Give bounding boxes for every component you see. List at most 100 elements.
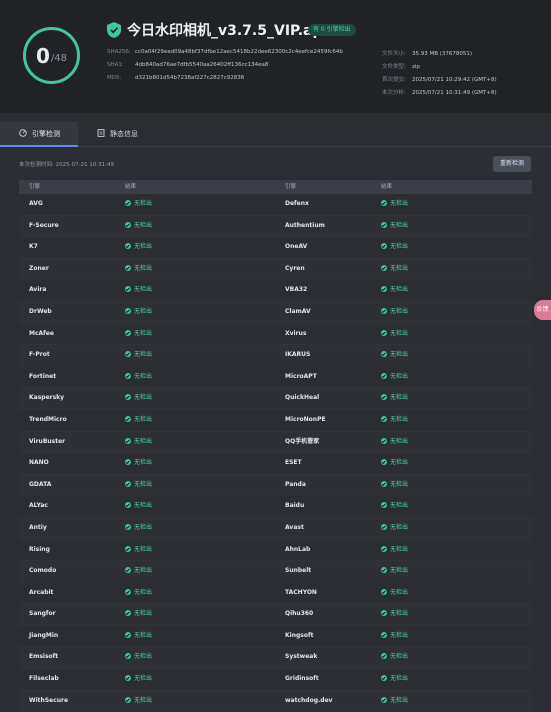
check-circle-icon [125,502,131,509]
engine-name-text: Emsisoft [29,653,59,661]
tab-static-info[interactable]: 静态信息 [97,122,167,146]
check-circle-icon [381,588,387,595]
scan-result-text: 无检出 [390,394,409,402]
table-row: DrWeb 无检出 ClamAV 无检出 [19,301,532,324]
engine-name-text: Avast [285,523,304,531]
scan-result: 无检出 [381,604,408,625]
engine-name: AVG [29,194,43,215]
engine-name: ALYac [29,496,48,517]
detection-count: 0 [35,43,50,68]
scan-result-text: 无检出 [390,675,409,683]
detection-score-ring: 0 /48 [23,27,80,84]
info-label: 文件类型: [382,64,406,70]
scan-result: 无检出 [125,237,152,258]
scan-result-text: 无检出 [390,307,409,315]
check-circle-icon [125,567,131,574]
engine-name: MicroAPT [285,367,317,388]
scan-result-text: 无检出 [390,415,409,423]
info-value: 35.93 MB (37678051) [412,51,473,57]
scan-result: 无检出 [125,302,152,323]
hash-md5: MD5: d321b801d54b7238af227c2827c92836 [107,75,244,81]
table-row: JiangMin 无检出 Kingsoft 无检出 [19,626,532,648]
engine-name-text: QuickHeal [285,394,320,402]
table-row: F-Secure 无检出 Authentium 无检出 [19,215,532,238]
feedback-float-button[interactable]: 反馈 [534,300,551,320]
scan-result-text: 无检出 [134,675,153,683]
check-circle-icon [381,480,387,487]
engine-name-text: Arcabit [29,588,54,596]
scan-result-text: 无检出 [134,351,153,359]
table-row: NANO 无检出 ESET 无检出 [19,453,532,475]
engine-name-text: F-Prot [29,351,50,359]
check-circle-icon [125,415,131,422]
scan-result-text: 无检出 [390,610,409,618]
table-body: AVG 无检出 Defenx 无检出 F-Secure 无检出 Authentium 无检出 K… [19,194,532,712]
scan-result-text: 无检出 [390,264,409,272]
hash-value: cc0a04f29ead09a48bf37dfbe12aec5418b22dee… [135,49,343,55]
scan-result: 无检出 [381,259,408,280]
scan-result-text: 无检出 [134,243,153,251]
engine-name: Authentium [285,216,325,237]
check-circle-icon [125,675,131,682]
scan-result: 无检出 [381,216,408,237]
engine-name-text: Panda [285,480,306,488]
rescan-button[interactable]: 重新检测 [493,156,531,172]
engine-name: IKARUS [285,345,310,366]
scan-result: 无检出 [381,410,408,431]
engine-total: /48 [50,53,67,64]
scan-result-text: 无检出 [134,567,153,575]
scan-result: 无检出 [125,280,152,301]
check-circle-icon [381,329,387,336]
check-circle-icon [125,372,131,379]
engine-name-text: ViruBuster [29,437,66,445]
engine-name-text: watchdog.dev [285,696,333,704]
engine-name-text: WithSecure [29,696,69,704]
scan-result: 无检出 [125,691,152,712]
scan-result: 无检出 [381,367,408,388]
check-circle-icon [381,610,387,617]
engine-name: Cyren [285,259,305,280]
scan-result-text: 无检出 [134,588,153,596]
scan-result: 无检出 [381,302,408,323]
first-submitted: 首次提交: 2025/07/21 10:29:42 (GMT+8) [382,75,497,83]
check-circle-icon [381,502,387,509]
table-row: AVG 无检出 Defenx 无检出 [19,194,532,216]
scan-result-text: 无检出 [134,631,153,639]
scan-result-text: 无检出 [134,307,153,315]
table-row: ALYac 无检出 Baidu 无检出 [19,496,532,518]
info-label: 文件大小: [382,51,406,57]
engine-name-text: Kaspersky [29,394,65,402]
scan-result: 无检出 [381,691,408,712]
scan-result-text: 无检出 [390,459,409,467]
engine-name: JiangMin [29,626,58,647]
engine-name: NANO [29,453,49,474]
engine-name: Gridinsoft [285,669,319,690]
scan-result-text: 无检出 [134,264,153,272]
tab-engine-detection[interactable]: 引擎检测 [0,122,78,147]
engine-name: GDATA [29,475,51,496]
scan-result: 无检出 [381,475,408,496]
scan-result-text: 无检出 [134,329,153,337]
check-circle-icon [125,394,131,401]
hash-value: d321b801d54b7238af227c2827c92836 [135,75,245,81]
engine-name: QuickHeal [285,388,319,409]
check-circle-icon [125,264,131,271]
scan-result: 无检出 [381,280,408,301]
engine-name-text: Defenx [285,200,309,207]
check-circle-icon [125,221,131,228]
engine-name-text: F-Secure [29,221,59,229]
check-circle-icon [381,653,387,660]
engine-name: Emsisoft [29,647,58,668]
check-circle-icon [125,631,131,638]
check-circle-icon [125,351,131,358]
scan-result: 无检出 [125,475,152,496]
scan-result-text: 无检出 [134,394,153,402]
engine-name: TACHYON [285,583,317,604]
engine-name: QQ手机管家 [285,432,319,453]
column-header-result: 结果 [381,184,393,190]
scan-result: 无检出 [125,669,152,690]
table-row: Zoner 无检出 Cyren 无检出 [19,258,532,281]
scan-result: 无检出 [381,432,408,453]
engine-name-text: McAfee [29,329,54,337]
scan-result-text: 无检出 [390,502,409,510]
